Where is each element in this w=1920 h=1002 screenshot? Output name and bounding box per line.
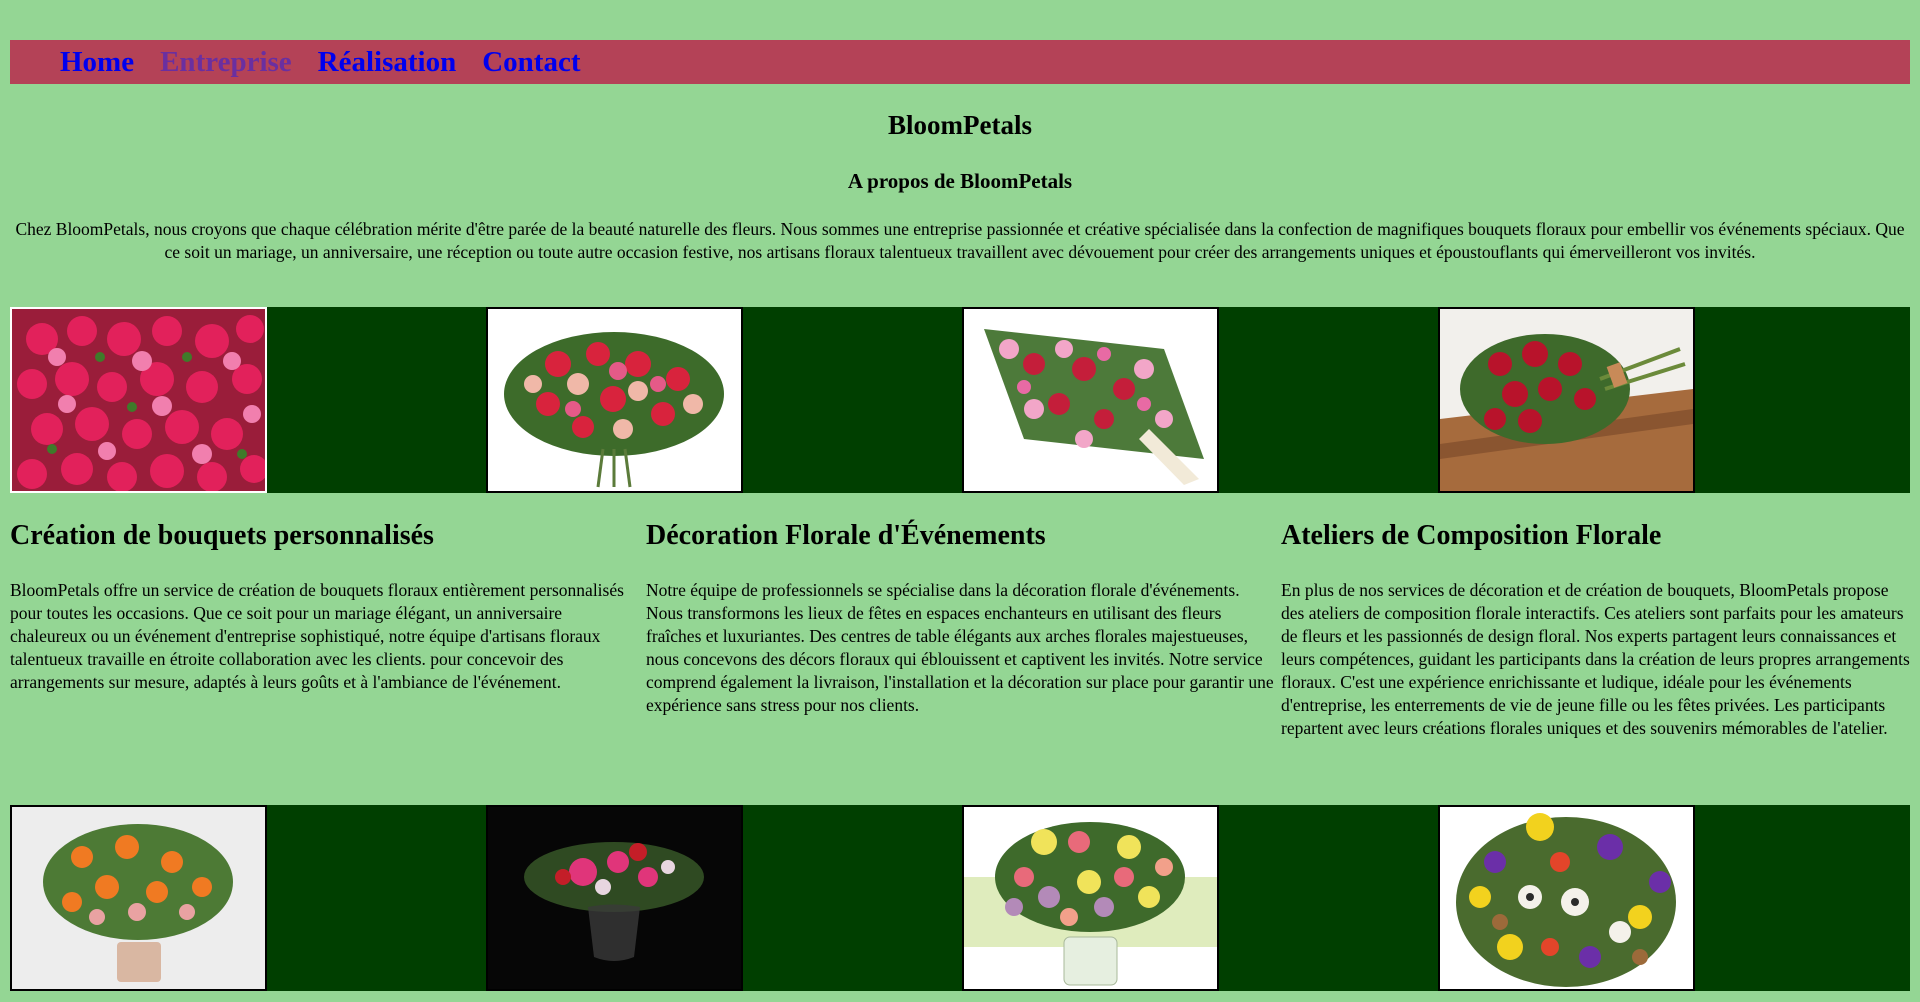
service-decoration: Décoration Florale d'Événements Notre éq… bbox=[646, 518, 1276, 717]
mixed-roses-bouquet-image bbox=[488, 309, 741, 491]
bouquet-image bbox=[962, 307, 1219, 493]
about-title: A propos de BloomPetals bbox=[847, 169, 1073, 193]
nav-link-home[interactable]: Home bbox=[60, 46, 134, 79]
bouquet-image bbox=[486, 805, 743, 991]
service-title: Création de bouquets personnalisés bbox=[10, 520, 434, 551]
service-title: Ateliers de Composition Florale bbox=[1281, 520, 1662, 551]
pink-roses-vase-dark-image bbox=[488, 807, 741, 989]
site-title: BloomPetals bbox=[888, 110, 1032, 140]
nav-link-entreprise[interactable]: Entreprise bbox=[160, 46, 292, 79]
gallery-bottom bbox=[10, 805, 1910, 991]
gallery-top bbox=[10, 307, 1910, 493]
yellow-roses-vase-image bbox=[964, 807, 1217, 989]
bouquet-image bbox=[1438, 307, 1695, 493]
service-bouquets: Création de bouquets personnalisés Bloom… bbox=[10, 518, 640, 694]
bouquet-image bbox=[10, 307, 267, 493]
about-text: Chez BloomPetals, nous croyons que chaqu… bbox=[15, 219, 1905, 262]
bouquet-image bbox=[962, 805, 1219, 991]
pink-roses-bouquet-image bbox=[12, 309, 265, 491]
bouquet-image bbox=[1438, 805, 1695, 991]
bouquet-image bbox=[486, 307, 743, 493]
service-text: En plus de nos services de décoration et… bbox=[1281, 580, 1910, 738]
red-roses-on-table-image bbox=[1440, 309, 1693, 491]
nav-link-contact[interactable]: Contact bbox=[482, 46, 580, 79]
colorful-mixed-bouquet-image bbox=[1440, 807, 1693, 989]
nav-link-realisation[interactable]: Réalisation bbox=[318, 46, 457, 79]
service-text: BloomPetals offre un service de création… bbox=[10, 580, 624, 692]
lily-bouquet-image bbox=[964, 309, 1217, 491]
main-nav: Home Entreprise Réalisation Contact bbox=[10, 40, 1910, 84]
service-title: Décoration Florale d'Événements bbox=[646, 520, 1046, 551]
orange-flowers-vase-image bbox=[12, 807, 265, 989]
service-ateliers: Ateliers de Composition Florale En plus … bbox=[1281, 518, 1911, 740]
service-text: Notre équipe de professionnels se spécia… bbox=[646, 580, 1274, 715]
bouquet-image bbox=[10, 805, 267, 991]
